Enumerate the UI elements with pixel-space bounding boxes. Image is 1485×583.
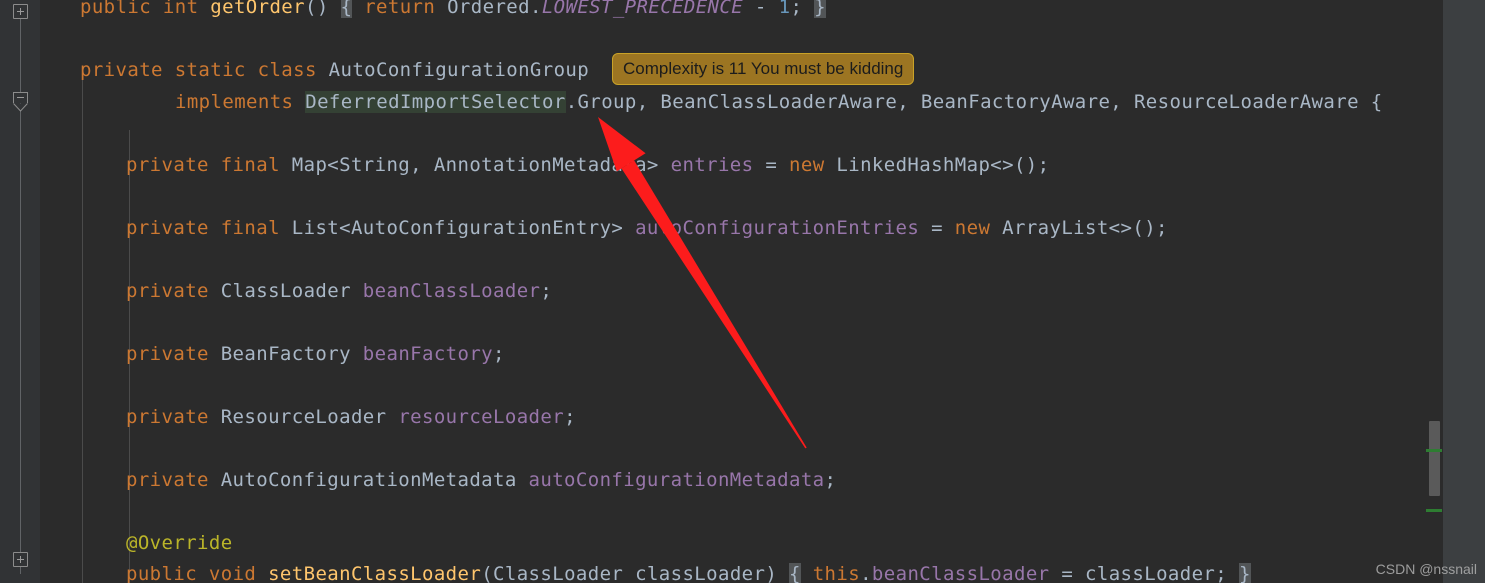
code-token: }	[814, 0, 826, 18]
code-line[interactable]: private AutoConfigurationMetadata autoCo…	[40, 465, 836, 497]
code-token: final	[220, 154, 280, 176]
code-token: DeferredImportSelector	[305, 91, 566, 113]
code-token: ClassLoader	[208, 280, 363, 302]
code-token: {	[789, 563, 801, 583]
code-token: =	[919, 217, 955, 239]
code-token: @Override	[126, 532, 233, 554]
code-line[interactable]: @Override	[40, 528, 233, 560]
fold-collapse-arrow-tip-icon[interactable]	[13, 103, 28, 112]
code-line[interactable]: private static class AutoConfigurationGr…	[40, 55, 589, 87]
code-token: BeanFactory	[208, 343, 363, 365]
code-token: new	[954, 217, 991, 239]
code-token: implements	[175, 91, 294, 113]
code-token: new	[789, 154, 825, 176]
code-token: ;	[540, 280, 553, 302]
code-token: return	[364, 0, 436, 18]
ide-editor-window: public int getOrder() { return Ordered.L…	[0, 0, 1485, 583]
code-token: private	[126, 406, 209, 428]
code-token: public	[126, 563, 198, 583]
code-token: ;	[493, 343, 505, 365]
fold-expand-top-icon[interactable]	[13, 4, 28, 19]
code-token: AutoConfigurationGroup	[316, 59, 590, 81]
code-line[interactable]: private BeanFactory beanFactory;	[40, 339, 505, 371]
code-token: ResourceLoader	[208, 406, 399, 428]
code-token: Map<String, AnnotationMetadata>	[279, 154, 671, 176]
code-token: getOrder	[210, 0, 305, 18]
code-token: class	[257, 59, 317, 81]
code-token: private	[80, 59, 163, 81]
code-line[interactable]: private ClassLoader beanClassLoader;	[40, 276, 552, 308]
code-token: beanClassLoader	[362, 280, 541, 302]
code-token: = classLoader;	[1049, 563, 1239, 583]
code-token: private	[126, 154, 209, 176]
code-token: {	[340, 0, 353, 18]
code-token: entries	[670, 154, 754, 176]
code-line[interactable]: private final Map<String, AnnotationMeta…	[40, 150, 1050, 182]
code-token: autoConfigurationEntries	[635, 217, 920, 239]
code-token: beanClassLoader	[871, 563, 1050, 583]
code-token: static	[174, 59, 246, 81]
code-token: .	[860, 563, 872, 583]
code-token: (ClassLoader classLoader)	[481, 563, 790, 583]
code-token: LOWEST_PRECEDENCE	[541, 0, 744, 18]
code-token: ()	[304, 0, 341, 18]
watermark-text: CSDN @nssnail	[1375, 561, 1477, 577]
right-edge-panel	[1443, 0, 1485, 583]
code-line[interactable]: private final List<AutoConfigurationEntr…	[40, 213, 1168, 245]
code-line[interactable]: public int getOrder() { return Ordered.L…	[40, 0, 826, 24]
code-line[interactable]: implements DeferredImportSelector.Group,…	[40, 87, 1383, 119]
code-token: ;	[790, 0, 815, 18]
code-token: resourceLoader	[398, 406, 565, 428]
code-token: this	[812, 563, 861, 583]
vcs-change-marker-upper[interactable]	[1426, 449, 1442, 452]
code-token: AutoConfigurationMetadata	[208, 469, 529, 491]
editor-gutter	[0, 0, 40, 583]
complexity-inspection-badge[interactable]: Complexity is 11 You must be kidding	[612, 53, 915, 85]
indent-guide	[82, 70, 83, 583]
code-token: ;	[824, 469, 837, 491]
code-token: private	[126, 343, 209, 365]
code-token: int	[162, 0, 199, 18]
fold-expand-bottom-icon[interactable]	[13, 552, 28, 567]
code-editor-area[interactable]: public int getOrder() { return Ordered.L…	[40, 0, 1485, 583]
vcs-change-marker-lower[interactable]	[1426, 509, 1442, 512]
code-token: private	[126, 280, 209, 302]
code-line[interactable]: public void setBeanClassLoader(ClassLoad…	[40, 559, 1251, 583]
code-token: autoConfigurationMetadata	[528, 469, 825, 491]
code-token: private	[126, 217, 209, 239]
code-token: List<AutoConfigurationEntry>	[279, 217, 636, 239]
code-token: =	[753, 154, 790, 176]
code-token: -	[743, 0, 779, 18]
code-token: LinkedHashMap<>();	[824, 154, 1050, 176]
code-token: Ordered.	[435, 0, 542, 18]
code-token: .Group, BeanClassLoaderAware, BeanFactor…	[565, 91, 1383, 113]
code-token: ;	[564, 406, 576, 428]
code-token: ArrayList<>();	[990, 217, 1168, 239]
code-token: public	[80, 0, 152, 18]
code-token: final	[220, 217, 280, 239]
code-token: }	[1238, 563, 1251, 583]
code-token: private	[126, 469, 209, 491]
editor-scrollbar-thumb[interactable]	[1429, 421, 1440, 496]
code-token: setBeanClassLoader	[268, 563, 482, 583]
code-token: void	[208, 563, 257, 583]
code-token: beanFactory	[362, 343, 494, 365]
code-token: 1	[778, 0, 791, 18]
fold-collapse-middle-icon[interactable]	[13, 92, 28, 103]
code-line[interactable]: private ResourceLoader resourceLoader;	[40, 402, 576, 434]
